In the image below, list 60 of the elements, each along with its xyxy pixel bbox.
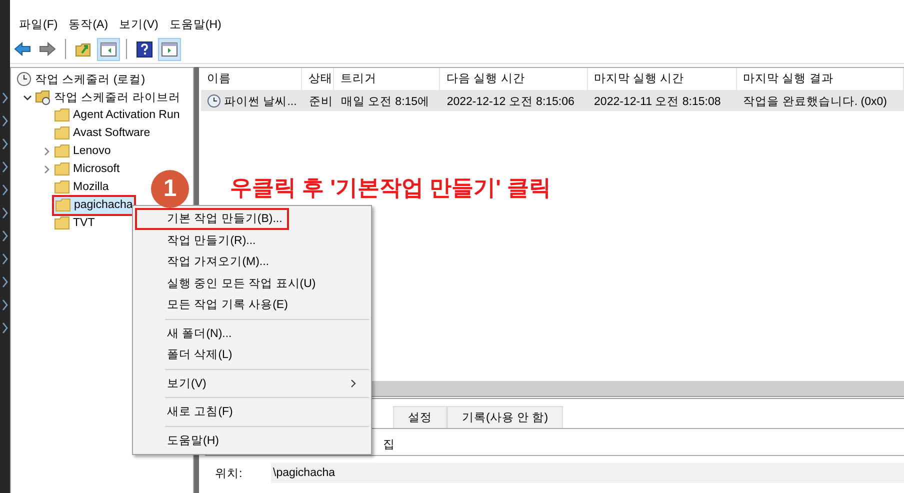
pane-icon <box>99 40 118 58</box>
folder-icon <box>55 197 71 213</box>
tree-item[interactable]: Lenovo <box>52 142 113 160</box>
folder-icon <box>54 107 70 123</box>
table-cell-text: 2022-12-11 오전 8:15:08 <box>594 94 721 108</box>
panel-title: 집 <box>383 438 395 452</box>
field-label: 위치: <box>214 466 244 480</box>
menu-item[interactable]: 도움말(H) <box>165 14 226 34</box>
column-header[interactable]: 마지막 실행 결과 <box>737 68 904 90</box>
tab[interactable]: 기록(사용 안 함) <box>447 406 564 428</box>
menu-item[interactable]: 보기(V) <box>135 372 369 394</box>
pane-icon <box>160 40 179 58</box>
folder-icon <box>54 161 70 177</box>
menu-item[interactable]: 파일(F) <box>15 14 62 34</box>
tree-item[interactable]: Microsoft <box>52 160 122 178</box>
table-cell-text: 준비 <box>308 94 333 108</box>
collapse-chevron-icon[interactable] <box>22 92 32 102</box>
menu-item[interactable]: 도움말(H) <box>135 430 369 451</box>
menu-item[interactable]: 실행 중인 모든 작업 표시(U) <box>135 272 369 294</box>
pane-button[interactable] <box>158 38 181 60</box>
pane-button[interactable] <box>97 38 120 60</box>
tree-item[interactable]: pagichacha <box>52 194 136 216</box>
back-arrow-icon <box>13 40 32 58</box>
clock-icon <box>207 94 221 108</box>
menu-item[interactable]: 모든 작업 기록 사용(E) <box>135 294 369 316</box>
tree-item[interactable]: 작업 스케줄러 (로컬) <box>14 70 148 88</box>
forward-arrow-icon <box>38 40 57 58</box>
menu-item[interactable]: 작업 가져오기(M)... <box>135 251 369 272</box>
tab[interactable]: 설정 <box>393 406 447 428</box>
tree-item[interactable]: 작업 스케줄러 라이브러 <box>33 88 182 106</box>
tree-item[interactable]: TVT <box>52 214 97 232</box>
menu-item[interactable]: 보기(V) <box>115 14 162 34</box>
location-field: \pagichacha <box>271 463 904 483</box>
tree-item[interactable]: Avast Software <box>52 124 152 142</box>
menu-item[interactable]: 기본 작업 만들기(B)... <box>135 208 289 230</box>
clock-icon <box>16 71 32 87</box>
menu-item[interactable]: 작업 만들기(R)... <box>135 230 369 251</box>
menu-item[interactable]: 새 폴더(N)... <box>135 322 369 344</box>
tree-item[interactable]: Agent Activation Run <box>52 106 182 124</box>
expand-chevron-icon[interactable] <box>42 164 50 174</box>
table-cell-text: 2022-12-12 오전 8:15:06 <box>446 94 574 108</box>
help-icon <box>135 40 154 58</box>
folder-icon <box>54 143 70 159</box>
table-row[interactable]: 파이썬 날씨... 준비 매일 오전 8:15에 2022-12-12 오전 8:15:06 2022-12-11 오전 8:15:08 작업을 완료했습니다. (0x0) <box>201 91 904 111</box>
tree-item[interactable]: Mozilla <box>52 178 111 196</box>
expand-chevron-icon[interactable] <box>42 146 50 156</box>
column-header[interactable]: 트리거 <box>334 68 440 90</box>
table-cell-text: 작업을 완료했습니다. (0x0) <box>743 94 887 108</box>
menu-item[interactable]: 동작(A) <box>64 14 112 34</box>
column-header[interactable]: 마지막 실행 시간 <box>588 68 738 90</box>
annotation-text: 우클릭 후 '기본작업 만들기' 클릭 <box>230 174 551 202</box>
menu-item[interactable]: 새로 고침(F) <box>135 401 369 422</box>
folder-icon <box>35 89 51 105</box>
menu-item[interactable]: 폴더 삭제(L) <box>135 344 369 366</box>
folder-icon <box>54 125 70 141</box>
column-header[interactable]: 상태 <box>302 68 334 90</box>
column-header[interactable]: 이름 <box>201 68 302 90</box>
table-cell-text: 파이썬 날씨... <box>224 94 297 108</box>
table-cell-text: 매일 오전 8:15에 <box>340 94 430 108</box>
column-header[interactable]: 다음 실행 시간 <box>440 68 588 90</box>
